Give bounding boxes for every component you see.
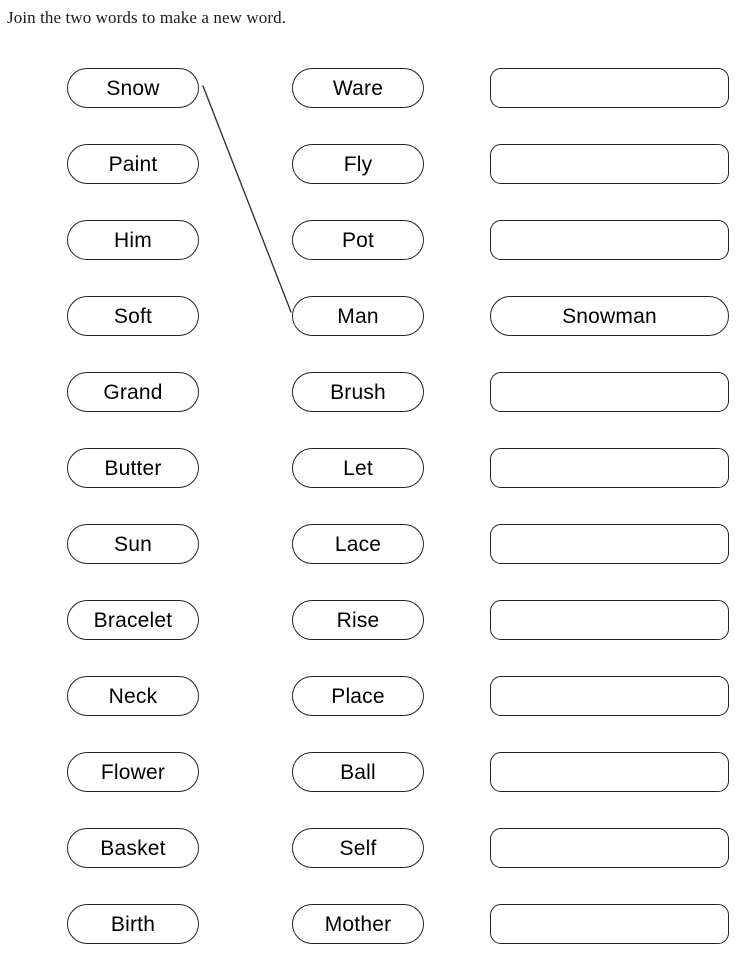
second-word-pill[interactable]: Brush	[292, 372, 424, 412]
first-word-pill[interactable]: Snow	[67, 68, 199, 108]
first-word-pill[interactable]: Flower	[67, 752, 199, 792]
answer-pill-blank[interactable]	[490, 524, 729, 564]
answer-pill-blank[interactable]	[490, 220, 729, 260]
answer-pill-blank[interactable]	[490, 144, 729, 184]
first-word-pill[interactable]: Birth	[67, 904, 199, 944]
page-title: Join the two words to make a new word.	[7, 8, 287, 27]
answer-pill-blank[interactable]	[490, 68, 729, 108]
worksheet-page: Join the two words to make a new word. S…	[0, 0, 738, 954]
first-word-pill[interactable]: Bracelet	[67, 600, 199, 640]
second-word-pill[interactable]: Mother	[292, 904, 424, 944]
first-word-pill[interactable]: Basket	[67, 828, 199, 868]
answer-pill-blank[interactable]	[490, 448, 729, 488]
answer-pill-blank[interactable]	[490, 904, 729, 944]
second-word-pill[interactable]: Rise	[292, 600, 424, 640]
second-word-pill[interactable]: Man	[292, 296, 424, 336]
first-word-pill[interactable]: Neck	[67, 676, 199, 716]
answer-pill-blank[interactable]	[490, 828, 729, 868]
answer-pill-blank[interactable]	[490, 600, 729, 640]
second-word-pill[interactable]: Self	[292, 828, 424, 868]
connector-line	[202, 85, 292, 313]
answer-pill-blank[interactable]	[490, 752, 729, 792]
second-word-pill[interactable]: Ball	[292, 752, 424, 792]
second-word-pill[interactable]: Pot	[292, 220, 424, 260]
answer-pill-blank[interactable]	[490, 676, 729, 716]
second-word-pill[interactable]: Let	[292, 448, 424, 488]
first-word-pill[interactable]: Paint	[67, 144, 199, 184]
first-word-pill[interactable]: Him	[67, 220, 199, 260]
second-word-pill[interactable]: Lace	[292, 524, 424, 564]
answer-pill-blank[interactable]	[490, 372, 729, 412]
first-word-pill[interactable]: Sun	[67, 524, 199, 564]
second-word-pill[interactable]: Place	[292, 676, 424, 716]
second-word-pill[interactable]: Fly	[292, 144, 424, 184]
first-word-pill[interactable]: Grand	[67, 372, 199, 412]
first-word-pill[interactable]: Butter	[67, 448, 199, 488]
second-word-pill[interactable]: Ware	[292, 68, 424, 108]
answer-pill-filled[interactable]: Snowman	[490, 296, 729, 336]
first-word-pill[interactable]: Soft	[67, 296, 199, 336]
